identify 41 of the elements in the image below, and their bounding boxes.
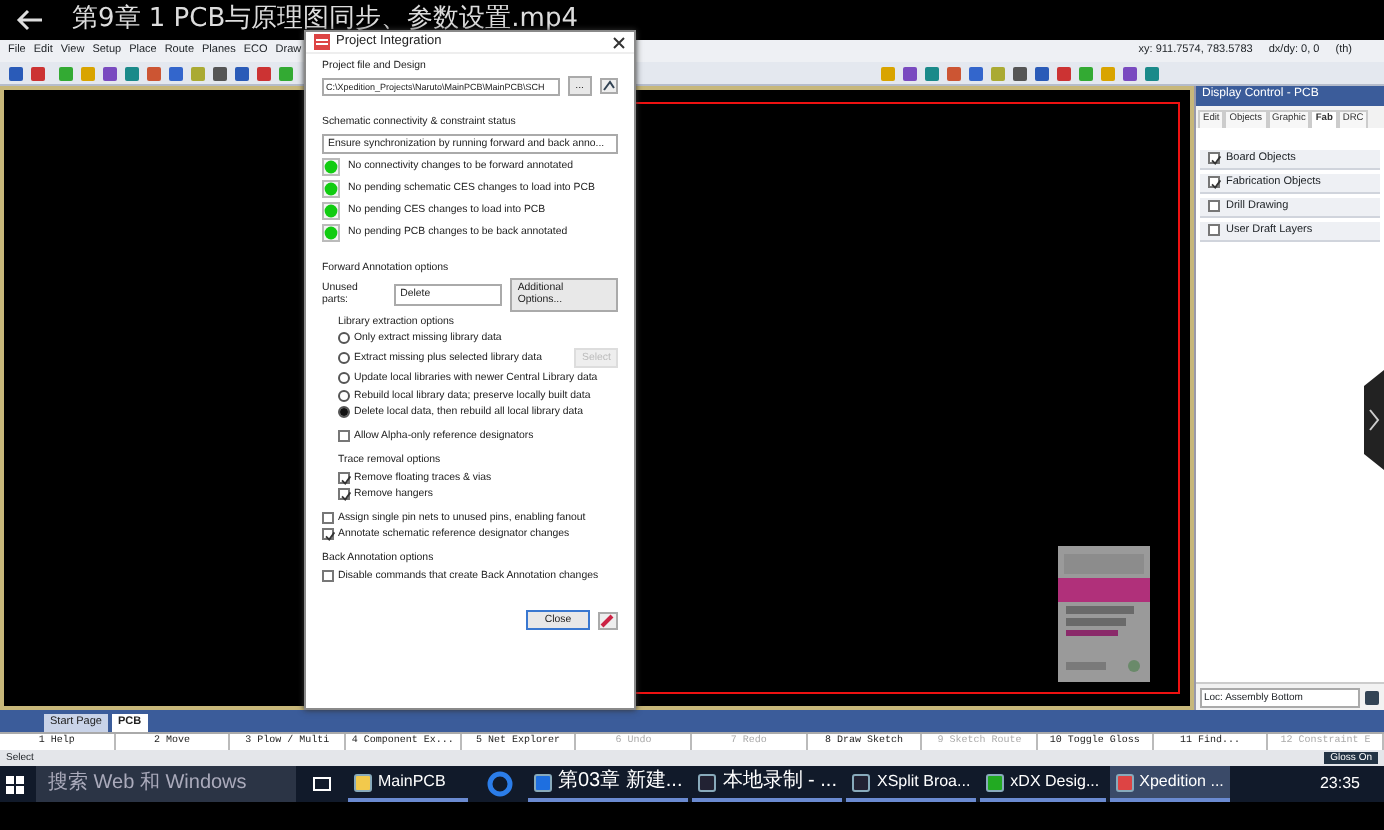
checkbox[interactable] bbox=[322, 528, 334, 541]
radio-button[interactable] bbox=[338, 352, 350, 365]
taskbar-button[interactable]: XSplit Broa... bbox=[846, 766, 977, 802]
app-icon bbox=[698, 773, 717, 791]
clock: 23:35 bbox=[1319, 774, 1362, 794]
back-icon[interactable] bbox=[16, 8, 44, 32]
app-icon bbox=[1115, 773, 1134, 791]
taskbar-button[interactable]: xDX Desig... bbox=[980, 766, 1106, 802]
checkbox[interactable] bbox=[322, 569, 334, 582]
checkbox[interactable] bbox=[1208, 152, 1220, 165]
status-light bbox=[322, 157, 340, 176]
close-icon[interactable] bbox=[612, 35, 626, 49]
checkbox[interactable] bbox=[1208, 224, 1220, 237]
status-light bbox=[322, 201, 340, 220]
next-icon[interactable] bbox=[1358, 370, 1384, 470]
app-icon bbox=[354, 773, 372, 791]
checkbox[interactable] bbox=[1208, 200, 1220, 213]
video-title: 第9章 1 PCB与原理图同步、参数设置.mp4 bbox=[72, 4, 578, 35]
checkbox[interactable] bbox=[338, 471, 350, 484]
taskbar-button[interactable]: 第03章 新建... bbox=[528, 766, 689, 802]
status-light bbox=[322, 179, 340, 198]
checkbox[interactable] bbox=[1208, 176, 1220, 189]
search-field[interactable]: 搜索 Web 和 Windows bbox=[36, 766, 296, 802]
eraser-icon[interactable] bbox=[598, 611, 618, 630]
status-light bbox=[322, 223, 340, 242]
checkbox[interactable] bbox=[338, 430, 350, 443]
radio-button[interactable] bbox=[338, 331, 350, 344]
radio-button[interactable] bbox=[338, 372, 350, 385]
checkbox[interactable] bbox=[322, 512, 334, 525]
radio-button[interactable] bbox=[338, 405, 350, 418]
taskbar-button[interactable]: Xpedition ... bbox=[1109, 766, 1230, 802]
app-icon bbox=[534, 773, 552, 791]
browser-icon[interactable] bbox=[484, 770, 516, 798]
app-icon bbox=[852, 773, 871, 791]
tool-icon[interactable] bbox=[600, 78, 618, 95]
windows-start-icon[interactable] bbox=[0, 770, 28, 798]
radio-button[interactable] bbox=[338, 389, 350, 402]
checkbox[interactable] bbox=[338, 487, 350, 500]
taskbar-button[interactable]: MainPCB bbox=[348, 766, 468, 802]
taskbar-button[interactable]: 本地录制 - ... bbox=[692, 766, 843, 802]
app-icon bbox=[986, 773, 1005, 791]
